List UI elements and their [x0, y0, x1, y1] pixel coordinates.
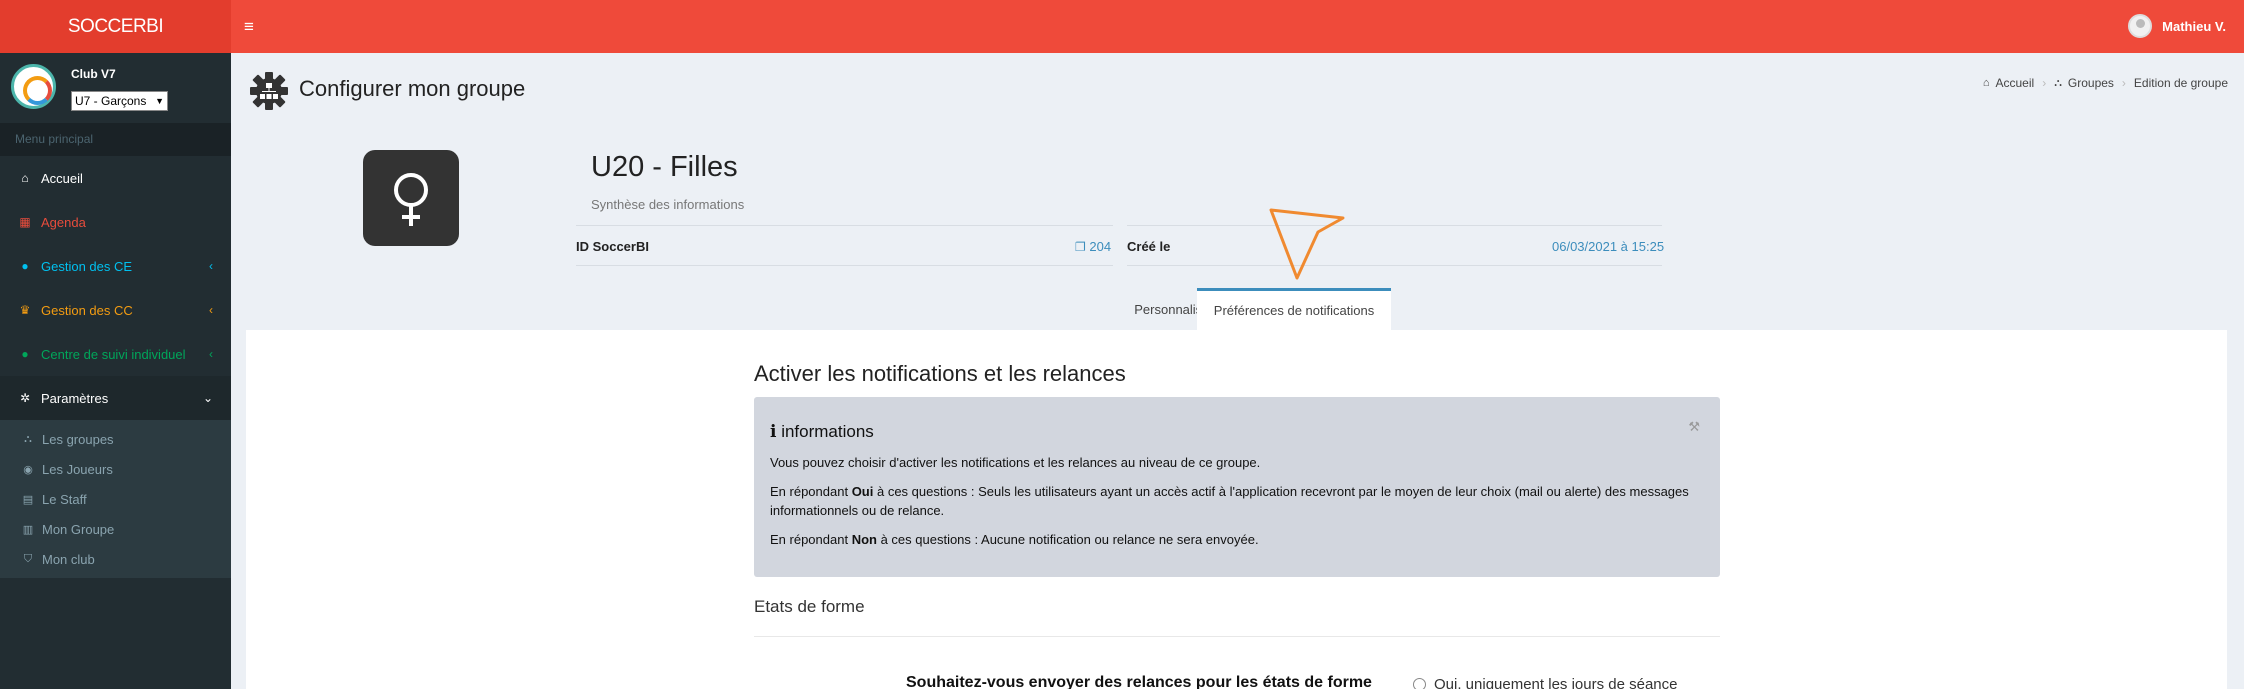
divider: [576, 265, 1113, 266]
chevron-down-icon: ▼: [155, 96, 164, 106]
sidebar-item-gestion-ce[interactable]: ● Gestion des CE ‹: [0, 244, 231, 288]
chevron-down-icon: ⌄: [202, 391, 213, 405]
chart-icon: ▥: [22, 523, 34, 536]
divider: [576, 225, 1113, 226]
sidebar: Club V7 U7 - Garçons ▼ Menu principal ⌂ …: [0, 53, 231, 689]
sidebar-item-accueil[interactable]: ⌂ Accueil: [0, 156, 231, 200]
info-icon: i: [770, 422, 777, 442]
sidebar-item-mon-groupe[interactable]: ▥ Mon Groupe: [0, 514, 231, 544]
menu-header: Menu principal: [0, 123, 231, 156]
sidebar-item-label: Centre de suivi individuel: [41, 346, 186, 362]
relances-question: Souhaitez-vous envoyer des relances pour…: [906, 674, 1372, 689]
shield-icon: ⛉: [23, 552, 33, 565]
created-label: Créé le: [1127, 239, 1171, 254]
home-icon: ⌂: [1982, 77, 1990, 89]
team-select[interactable]: U7 - Garçons ▼: [71, 91, 168, 111]
calendar-icon: ▦: [19, 215, 31, 229]
club-panel: Club V7 U7 - Garçons ▼: [0, 53, 231, 121]
sidebar-item-label: Paramètres: [41, 390, 109, 406]
sidebar-item-mon-club[interactable]: ⛉ Mon club: [0, 544, 231, 574]
breadcrumb-accueil[interactable]: Accueil: [1996, 76, 2035, 90]
soccer-ball-icon: ●: [21, 259, 29, 273]
soccer-ball-icon: ●: [21, 347, 29, 361]
female-symbol-icon: [363, 150, 459, 246]
id-value[interactable]: ❐ 204: [1075, 239, 1111, 254]
divider: [1127, 265, 1662, 266]
sitemap-icon: ⛬: [2054, 76, 2062, 89]
club-logo: [11, 64, 56, 109]
sidebar-item-parametres[interactable]: ✲ Paramètres ⌄: [0, 376, 231, 420]
info-title-text: informations: [781, 422, 874, 441]
chevron-left-icon: ‹: [209, 259, 213, 273]
id-label: ID SoccerBI: [576, 239, 649, 254]
info-callout: i informations ⚒ Vous pouvez choisir d'a…: [754, 397, 1720, 577]
club-name: Club V7: [71, 67, 116, 81]
info-paragraph-1: Vous pouvez choisir d'activer les notifi…: [770, 455, 1261, 470]
parametres-submenu: ⛬ Les groupes ◉ Les Joueurs ▤ Le Staff ▥…: [0, 420, 231, 578]
info-paragraph-2: En répondant Oui à ces questions : Seuls…: [770, 484, 1689, 518]
divider: [754, 636, 1720, 637]
sidebar-item-label: Agenda: [41, 214, 86, 230]
annotation-arrow-icon: [1269, 208, 1345, 280]
chevron-left-icon: ‹: [209, 303, 213, 317]
id-card-icon: ▤: [22, 493, 34, 506]
wrench-icon: ⚒: [1688, 419, 1700, 434]
sidebar-item-label: Mon club: [42, 551, 95, 567]
sitemap-icon: ⛬: [24, 432, 32, 445]
user-name: Mathieu V.: [2162, 18, 2226, 34]
user-menu[interactable]: Mathieu V.: [2128, 14, 2226, 38]
info-title: i informations: [770, 422, 874, 442]
sidebar-item-les-joueurs[interactable]: ◉ Les Joueurs: [0, 454, 231, 484]
breadcrumb-separator: ›: [2042, 76, 2047, 90]
radio-button[interactable]: [1413, 678, 1426, 689]
radio-oui-jours-seance[interactable]: Oui, uniquement les jours de séance: [1413, 676, 1677, 689]
divider: [1127, 225, 1662, 226]
sidebar-item-gestion-cc[interactable]: ♛ Gestion des CC ‹: [0, 288, 231, 332]
radio-label: Oui, uniquement les jours de séance: [1434, 676, 1678, 689]
sidebar-item-label: Accueil: [41, 170, 83, 186]
page-title: Configurer mon groupe: [299, 76, 526, 101]
gear-icon: ✲: [19, 391, 31, 405]
breadcrumb-separator: ›: [2121, 76, 2126, 90]
sidebar-item-les-groupes[interactable]: ⛬ Les groupes: [0, 424, 231, 454]
tab-preferences-notifications[interactable]: Préférences de notifications: [1197, 288, 1391, 330]
sidebar-item-label: Gestion des CC: [41, 302, 133, 318]
app-logo[interactable]: SOCCERBI: [0, 0, 231, 53]
id-value-text: 204: [1089, 239, 1112, 254]
group-subtitle: Synthèse des informations: [591, 197, 745, 212]
etats-de-forme-title: Etats de forme: [754, 597, 865, 616]
home-icon: ⌂: [21, 171, 29, 185]
user-circle-icon: ◉: [23, 463, 33, 476]
sidebar-item-label: Mon Groupe: [42, 521, 115, 537]
group-name: U20 - Filles: [591, 151, 738, 183]
sidebar-item-label: Les groupes: [42, 431, 114, 447]
section-title: Activer les notifications et les relance…: [754, 361, 1126, 386]
breadcrumb-groupes[interactable]: Groupes: [2068, 76, 2114, 90]
team-select-value: U7 - Garçons: [75, 94, 147, 108]
trophy-icon: ♛: [19, 303, 31, 317]
sidebar-item-suivi-individuel[interactable]: ● Centre de suivi individuel ‹: [0, 332, 231, 376]
chevron-left-icon: ‹: [209, 347, 213, 361]
sidebar-item-label: Le Staff: [42, 491, 87, 507]
info-paragraph-3: En répondant Non à ces questions : Aucun…: [770, 532, 1259, 547]
top-navbar: SOCCERBI ≡ Mathieu V.: [0, 0, 2244, 53]
breadcrumb: ⌂ Accueil › ⛬ Groupes › Edition de group…: [1983, 76, 2228, 90]
avatar: [2128, 14, 2153, 38]
gear-icon: [250, 72, 288, 110]
sidebar-item-le-staff[interactable]: ▤ Le Staff: [0, 484, 231, 514]
breadcrumb-edition: Edition de groupe: [2133, 76, 2228, 90]
main-menu: ⌂ Accueil ▦ Agenda ● Gestion des CE ‹ ♛ …: [0, 156, 231, 578]
created-value: 06/03/2021 à 15:25: [1552, 239, 1665, 254]
sidebar-item-label: Les Joueurs: [42, 461, 113, 477]
copy-icon: ❐: [1075, 240, 1086, 254]
sidebar-item-label: Gestion des CE: [41, 258, 133, 274]
sidebar-item-agenda[interactable]: ▦ Agenda: [0, 200, 231, 244]
hamburger-menu-icon[interactable]: ≡: [244, 17, 261, 36]
